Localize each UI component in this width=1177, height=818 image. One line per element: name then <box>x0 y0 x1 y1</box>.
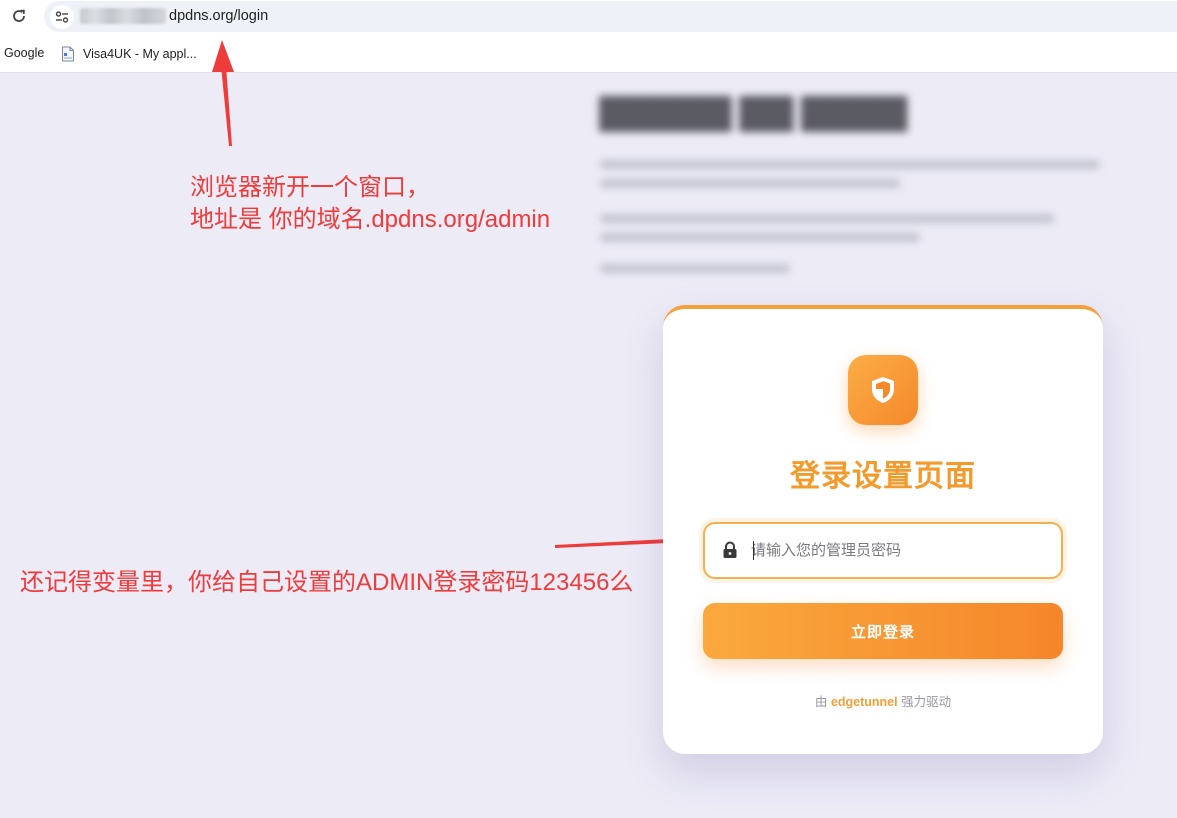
document-icon <box>62 46 74 62</box>
bookmark-label: Google <box>4 46 45 60</box>
blurred-line <box>600 264 790 273</box>
site-info-button[interactable] <box>50 5 74 29</box>
blurred-line <box>600 214 1055 223</box>
footer-prefix: 由 <box>814 695 828 709</box>
blurred-heading: ▇▇▇▇▇ ▇▇ ▇▇▇▇ <box>600 93 907 131</box>
browser-toolbar: dpdns.org/login <box>0 0 1177 33</box>
footer-brand: edgetunnel <box>830 695 898 709</box>
footer-suffix: 强力驱动 <box>901 695 952 709</box>
login-card: 登录设置页面 立即登录 由 edgetunnel 强力驱动 <box>663 305 1103 754</box>
url-text: dpdns.org/login <box>169 8 269 24</box>
annotation-line: 浏览器新开一个窗口， <box>190 174 430 201</box>
page-title: 登录设置页面 <box>790 460 976 493</box>
powered-by-footer: 由 edgetunnel 强力驱动 <box>663 691 1103 710</box>
annotation-line: 地址是 你的域名.dpdns.org/admin <box>190 206 551 233</box>
text-caret <box>753 541 754 560</box>
lock-icon <box>723 541 737 558</box>
tune-icon <box>55 11 69 23</box>
bookmark-label: Visa4UK - My appl... <box>83 47 197 61</box>
bookmark-visa4uk[interactable]: Visa4UK - My appl... <box>61 46 197 62</box>
login-button[interactable]: 立即登录 <box>703 603 1063 659</box>
blurred-background-content: ▇▇▇▇▇ ▇▇ ▇▇▇▇ <box>600 92 1120 273</box>
annotation-open-admin: 浏览器新开一个窗口， 地址是 你的域名.dpdns.org/admin <box>190 172 550 236</box>
shield-icon <box>872 377 894 403</box>
password-field[interactable] <box>703 522 1063 579</box>
bookmarks-bar: Google Visa4UK - My appl... <box>0 33 1177 73</box>
blurred-line <box>600 179 900 188</box>
app-logo <box>848 355 918 425</box>
password-input[interactable] <box>751 536 1051 565</box>
blurred-line <box>600 160 1100 169</box>
annotation-password-hint: 还记得变量里，你给自己设置的ADMIN登录密码123456么 <box>20 569 634 596</box>
reload-button[interactable] <box>8 5 30 27</box>
address-bar[interactable]: dpdns.org/login <box>44 1 1177 32</box>
reload-icon <box>13 9 25 22</box>
bookmark-google[interactable]: Google <box>4 46 44 60</box>
redacted-domain <box>80 8 166 24</box>
blurred-line <box>600 233 920 242</box>
